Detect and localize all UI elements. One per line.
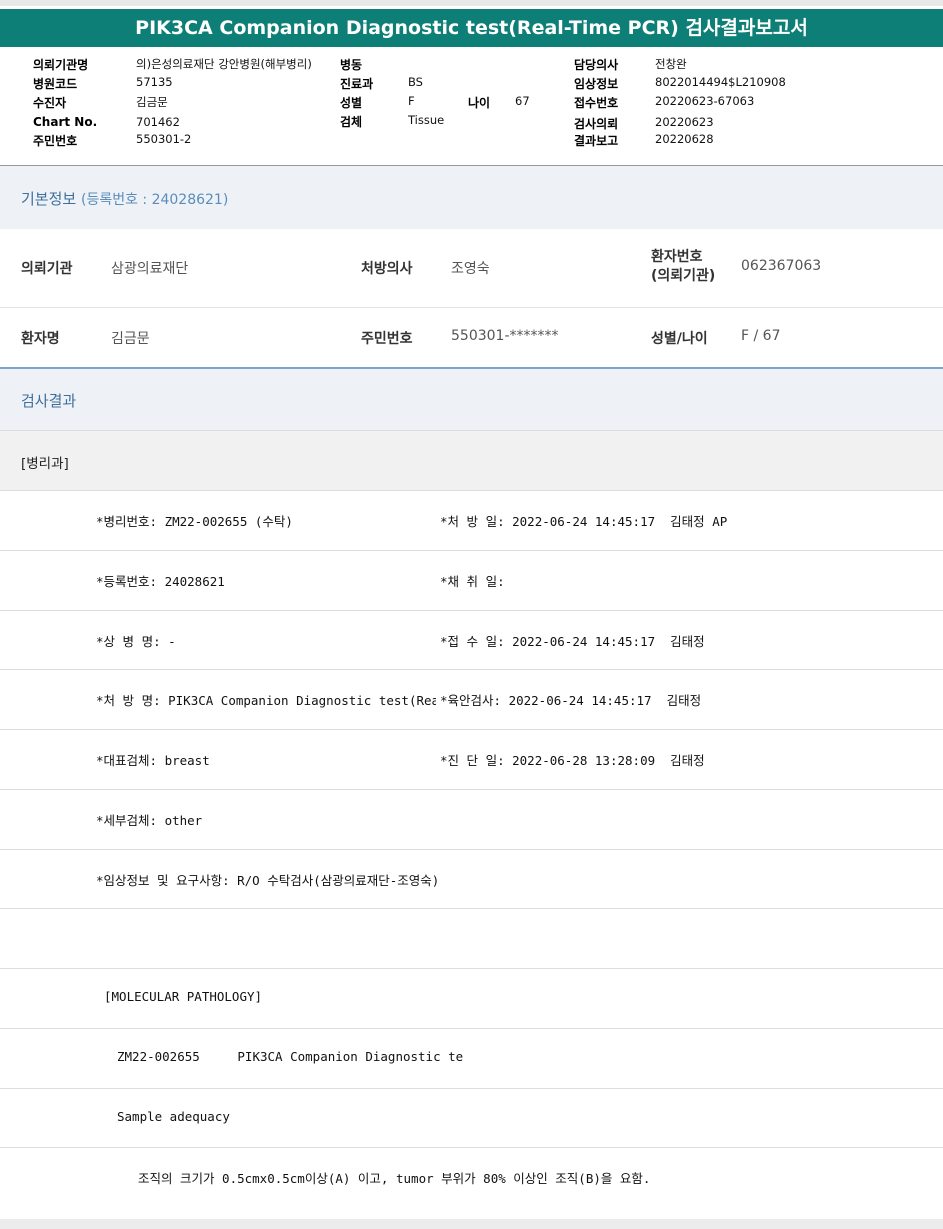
header-key: 검체 — [340, 115, 363, 129]
header-key: 성별 — [340, 96, 363, 110]
field-label: 환자번호 (의뢰기관) — [651, 249, 716, 284]
header-key: 검사의뢰 — [574, 117, 619, 131]
department-row: [병리과] — [0, 431, 943, 491]
header-key: 임상정보 — [574, 77, 619, 91]
field-value: 550301-******* — [451, 328, 559, 344]
field-value: 삼광의료재단 — [111, 261, 189, 277]
result-line: *세부검체: other — [96, 813, 203, 828]
report-title: PIK3CA Companion Diagnostic test(Real-Ti… — [0, 9, 943, 47]
sample-note: 조직의 크기가 0.5cmx0.5cm이상(A) 이고, tumor 부위가 8… — [138, 1171, 651, 1186]
sample-adequacy: Sample adequacy — [117, 1109, 230, 1124]
basic-info-title: 기본정보 — [21, 190, 77, 208]
field-label: 환자명 — [21, 331, 60, 347]
basic-info-row: 의뢰기관 삼광의료재단 처방의사 조영숙 환자번호 (의뢰기관) 0623670… — [0, 229, 943, 308]
header-value: 20220628 — [655, 132, 714, 146]
top-border — [0, 0, 943, 6]
header-value: 550301-2 — [136, 132, 192, 146]
header-value: 701462 — [136, 115, 180, 129]
test-line: ZM22-002655 PIK3CA Companion Diagnostic … — [117, 1049, 464, 1064]
result-line: *등록번호: 24028621 — [96, 574, 225, 589]
header-key: 담당의사 — [574, 58, 619, 72]
header-key: 진료과 — [340, 77, 374, 91]
header-value: BS — [408, 75, 423, 89]
department-label: [병리과] — [21, 456, 69, 472]
results-title: 검사결과 — [21, 392, 77, 410]
header-key: 접수번호 — [574, 96, 619, 110]
header-value: 67 — [515, 94, 530, 108]
field-value: 김금문 — [111, 331, 150, 347]
basic-info-section-header: 기본정보 (등록번호 : 24028621) — [0, 166, 943, 229]
field-label: 성별/나이 — [651, 331, 708, 347]
registration-number: (등록번호 : 24028621) — [80, 192, 229, 208]
header-key: 의뢰기관명 — [33, 58, 89, 72]
header-value: 의)은성의료재단 강안병원(해부병리) — [136, 57, 312, 71]
result-line: *임상정보 및 요구사항: R/O 수탁검사(삼광의료재단-조영숙) — [96, 873, 440, 888]
field-label: 처방의사 — [361, 261, 413, 277]
result-line: *처 방 일: 2022-06-24 14:45:17 김태정 AP — [440, 514, 728, 529]
report-header: 의뢰기관명 의)은성의료재단 강안병원(해부병리) 병원코드 57135 수진자… — [0, 47, 943, 166]
result-line: *진 단 일: 2022-06-28 13:28:09 김태정 — [440, 753, 705, 768]
header-value: 20220623-67063 — [655, 94, 755, 108]
header-value: F — [408, 94, 415, 108]
header-key: 나이 — [468, 96, 491, 110]
field-value: 조영숙 — [451, 261, 490, 277]
field-value: 062367063 — [741, 258, 822, 274]
results-section-header: 검사결과 — [0, 369, 943, 431]
result-line: *처 방 명: PIK3CA Companion Diagnostic test… — [96, 693, 436, 708]
molecular-pathology-heading: [MOLECULAR PATHOLOGY] — [104, 989, 263, 1004]
header-value: 전창완 — [655, 57, 687, 71]
field-label: 주민번호 — [361, 331, 413, 347]
header-key: 병동 — [340, 58, 363, 72]
result-line: *상 병 명: - — [96, 634, 176, 649]
header-value: 20220623 — [655, 115, 714, 129]
result-line: *대표검체: breast — [96, 753, 210, 768]
header-value: Tissue — [408, 113, 445, 127]
result-line: *채 취 일: — [440, 574, 505, 589]
result-line: *육안검사: 2022-06-24 14:45:17 김태정 — [440, 693, 702, 708]
field-label: 의뢰기관 — [21, 261, 73, 277]
bottom-border — [0, 1219, 943, 1229]
basic-info-row: 환자명 김금문 주민번호 550301-******* 성별/나이 F / 67 — [0, 308, 943, 367]
header-key: 수진자 — [33, 96, 67, 110]
header-key: 주민번호 — [33, 134, 78, 148]
header-key: 병원코드 — [33, 77, 78, 91]
field-value: F / 67 — [741, 328, 781, 344]
header-key: 결과보고 — [574, 134, 619, 148]
header-value: 8022014494$L210908 — [655, 75, 786, 89]
result-line: *접 수 일: 2022-06-24 14:45:17 김태정 — [440, 634, 705, 649]
result-line: *병리번호: ZM22-002655 (수탁) — [96, 514, 293, 529]
header-key: Chart No. — [33, 115, 98, 129]
header-value: 김금문 — [136, 95, 168, 109]
header-value: 57135 — [136, 75, 173, 89]
